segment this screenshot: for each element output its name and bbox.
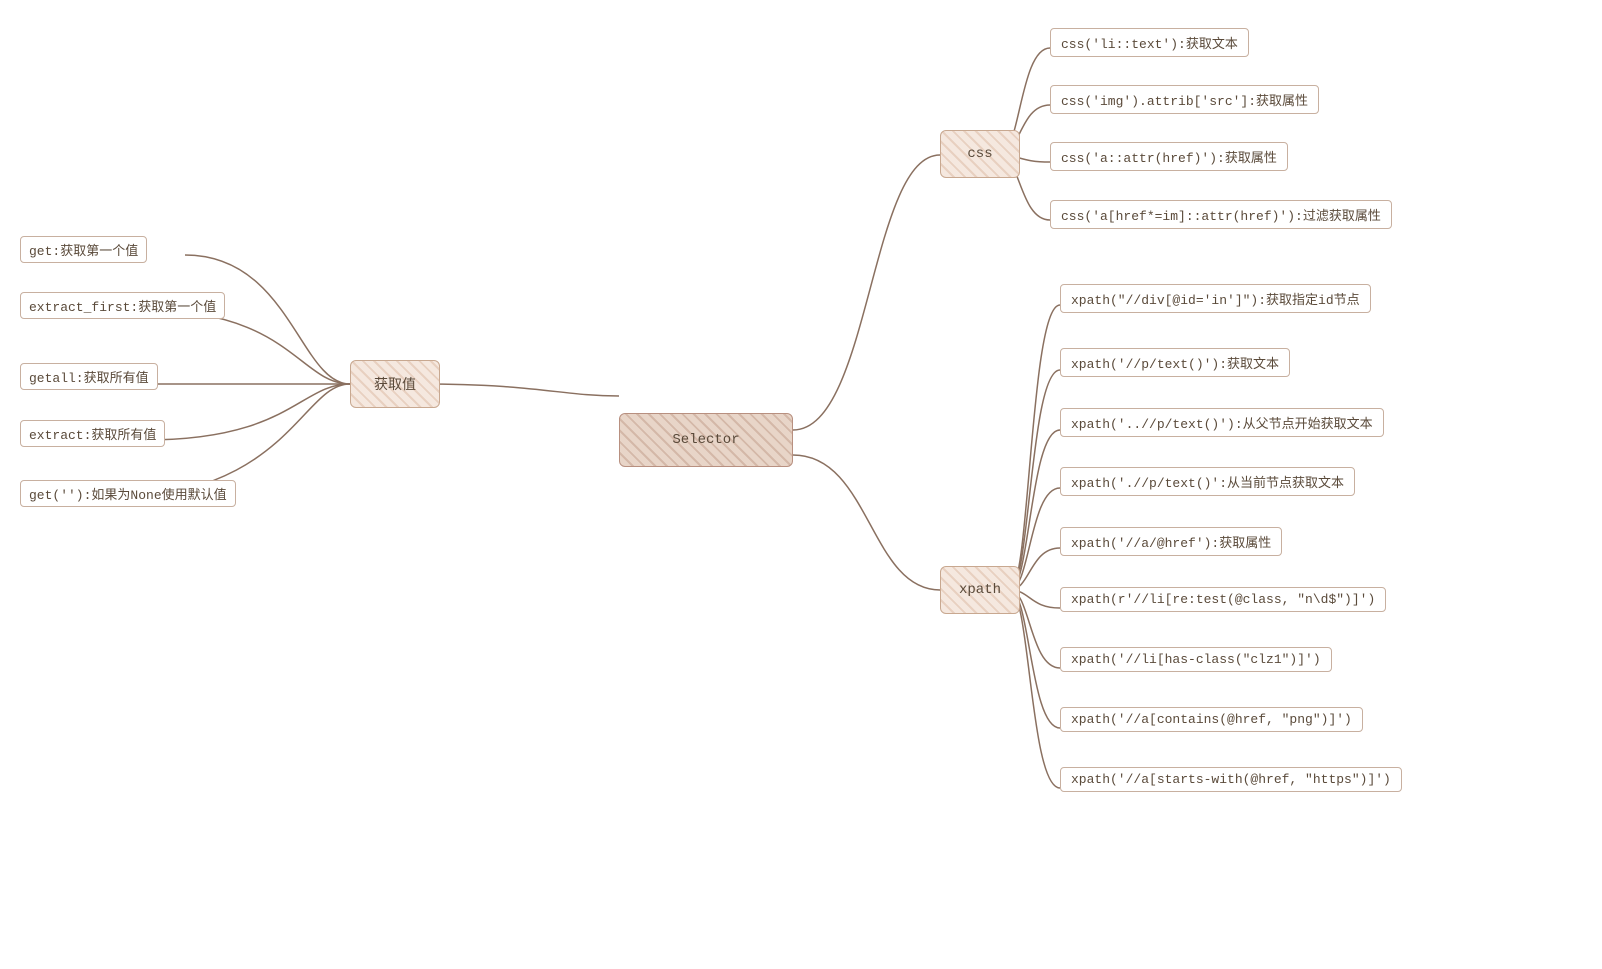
leaf-get: get:获取第一个值 [20, 236, 147, 263]
xpath-node: xpath [940, 566, 1020, 614]
xpath-leaf-9: xpath('//a[starts-with(@href, "https")]'… [1060, 767, 1402, 792]
css-leaf-2: css('img').attrib['src']:获取属性 [1050, 85, 1319, 114]
css-leaf-4: css('a[href*=im]::attr(href)'):过滤获取属性 [1050, 200, 1392, 229]
selector-label: Selector [672, 432, 739, 448]
get-value-node: 获取值 [350, 360, 440, 408]
css-leaf-3: css('a::attr(href)'):获取属性 [1050, 142, 1288, 171]
leaf-getall: getall:获取所有值 [20, 363, 158, 390]
css-leaf-1: css('li::text'):获取文本 [1050, 28, 1249, 57]
css-label: css [967, 146, 992, 162]
xpath-label: xpath [959, 582, 1001, 598]
xpath-leaf-6: xpath(r'//li[re:test(@class, "n\d$")]') [1060, 587, 1386, 612]
xpath-leaf-4: xpath('.//p/text()':从当前节点获取文本 [1060, 467, 1355, 496]
xpath-leaf-1: xpath("//div[@id='in']"):获取指定id节点 [1060, 284, 1371, 313]
css-node: css [940, 130, 1020, 178]
leaf-extract: extract:获取所有值 [20, 420, 165, 447]
xpath-leaf-2: xpath('//p/text()'):获取文本 [1060, 348, 1290, 377]
leaf-get-default: get(''):如果为None使用默认值 [20, 480, 236, 507]
xpath-leaf-7: xpath('//li[has-class("clz1")]') [1060, 647, 1332, 672]
xpath-leaf-8: xpath('//a[contains(@href, "png")]') [1060, 707, 1363, 732]
xpath-leaf-5: xpath('//a/@href'):获取属性 [1060, 527, 1282, 556]
get-value-label: 获取值 [374, 374, 416, 394]
leaf-extract-first: extract_first:获取第一个值 [20, 292, 225, 319]
selector-node: Selector [619, 413, 793, 467]
xpath-leaf-3: xpath('..//p/text()'):从父节点开始获取文本 [1060, 408, 1384, 437]
